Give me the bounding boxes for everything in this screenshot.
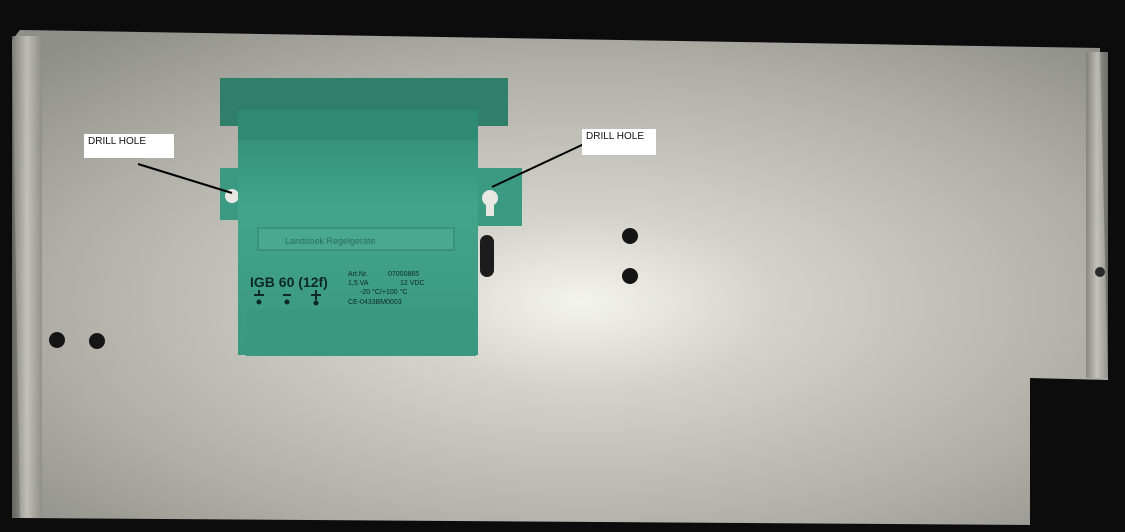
device-bottom-base [246,310,476,356]
device-model-text: IGB 60 (12f) [250,274,328,290]
device-brand-text: Landsoek Regelgeräte [285,236,376,246]
plate-hole [89,333,105,349]
plate-hole [49,332,65,348]
plate-cutout [1032,380,1125,532]
plate-right-flange [1086,52,1108,378]
device-ce-mark: CE-0433BM0003 [348,299,402,306]
metal-plate [12,30,1108,525]
drill-hole-right-slot [486,198,494,216]
drill-hole-label-left: DRILL HOLE [84,134,174,158]
device-art-label: Art.Nr. [348,271,368,278]
drill-hole-label-right: DRILL HOLE [582,129,656,155]
plate-hole [622,228,638,244]
plate-hole [622,268,638,284]
plate-hole [1095,267,1105,277]
device-voltage: 12 VDC [400,280,425,287]
photo-scene: Landsoek Regelgeräte IGB 60 (12f) Art.Nr… [0,0,1125,532]
photo-svg: Landsoek Regelgeräte IGB 60 (12f) Art.Nr… [12,30,1125,532]
device-power: 1,5 VA [348,280,369,287]
plate-left-flange [12,36,42,518]
device-top-ridge [238,110,478,140]
plate-slot [480,235,494,277]
device-art-value: 07000865 [388,271,419,278]
device-temp: -20 °C/+100 °C [360,288,407,296]
